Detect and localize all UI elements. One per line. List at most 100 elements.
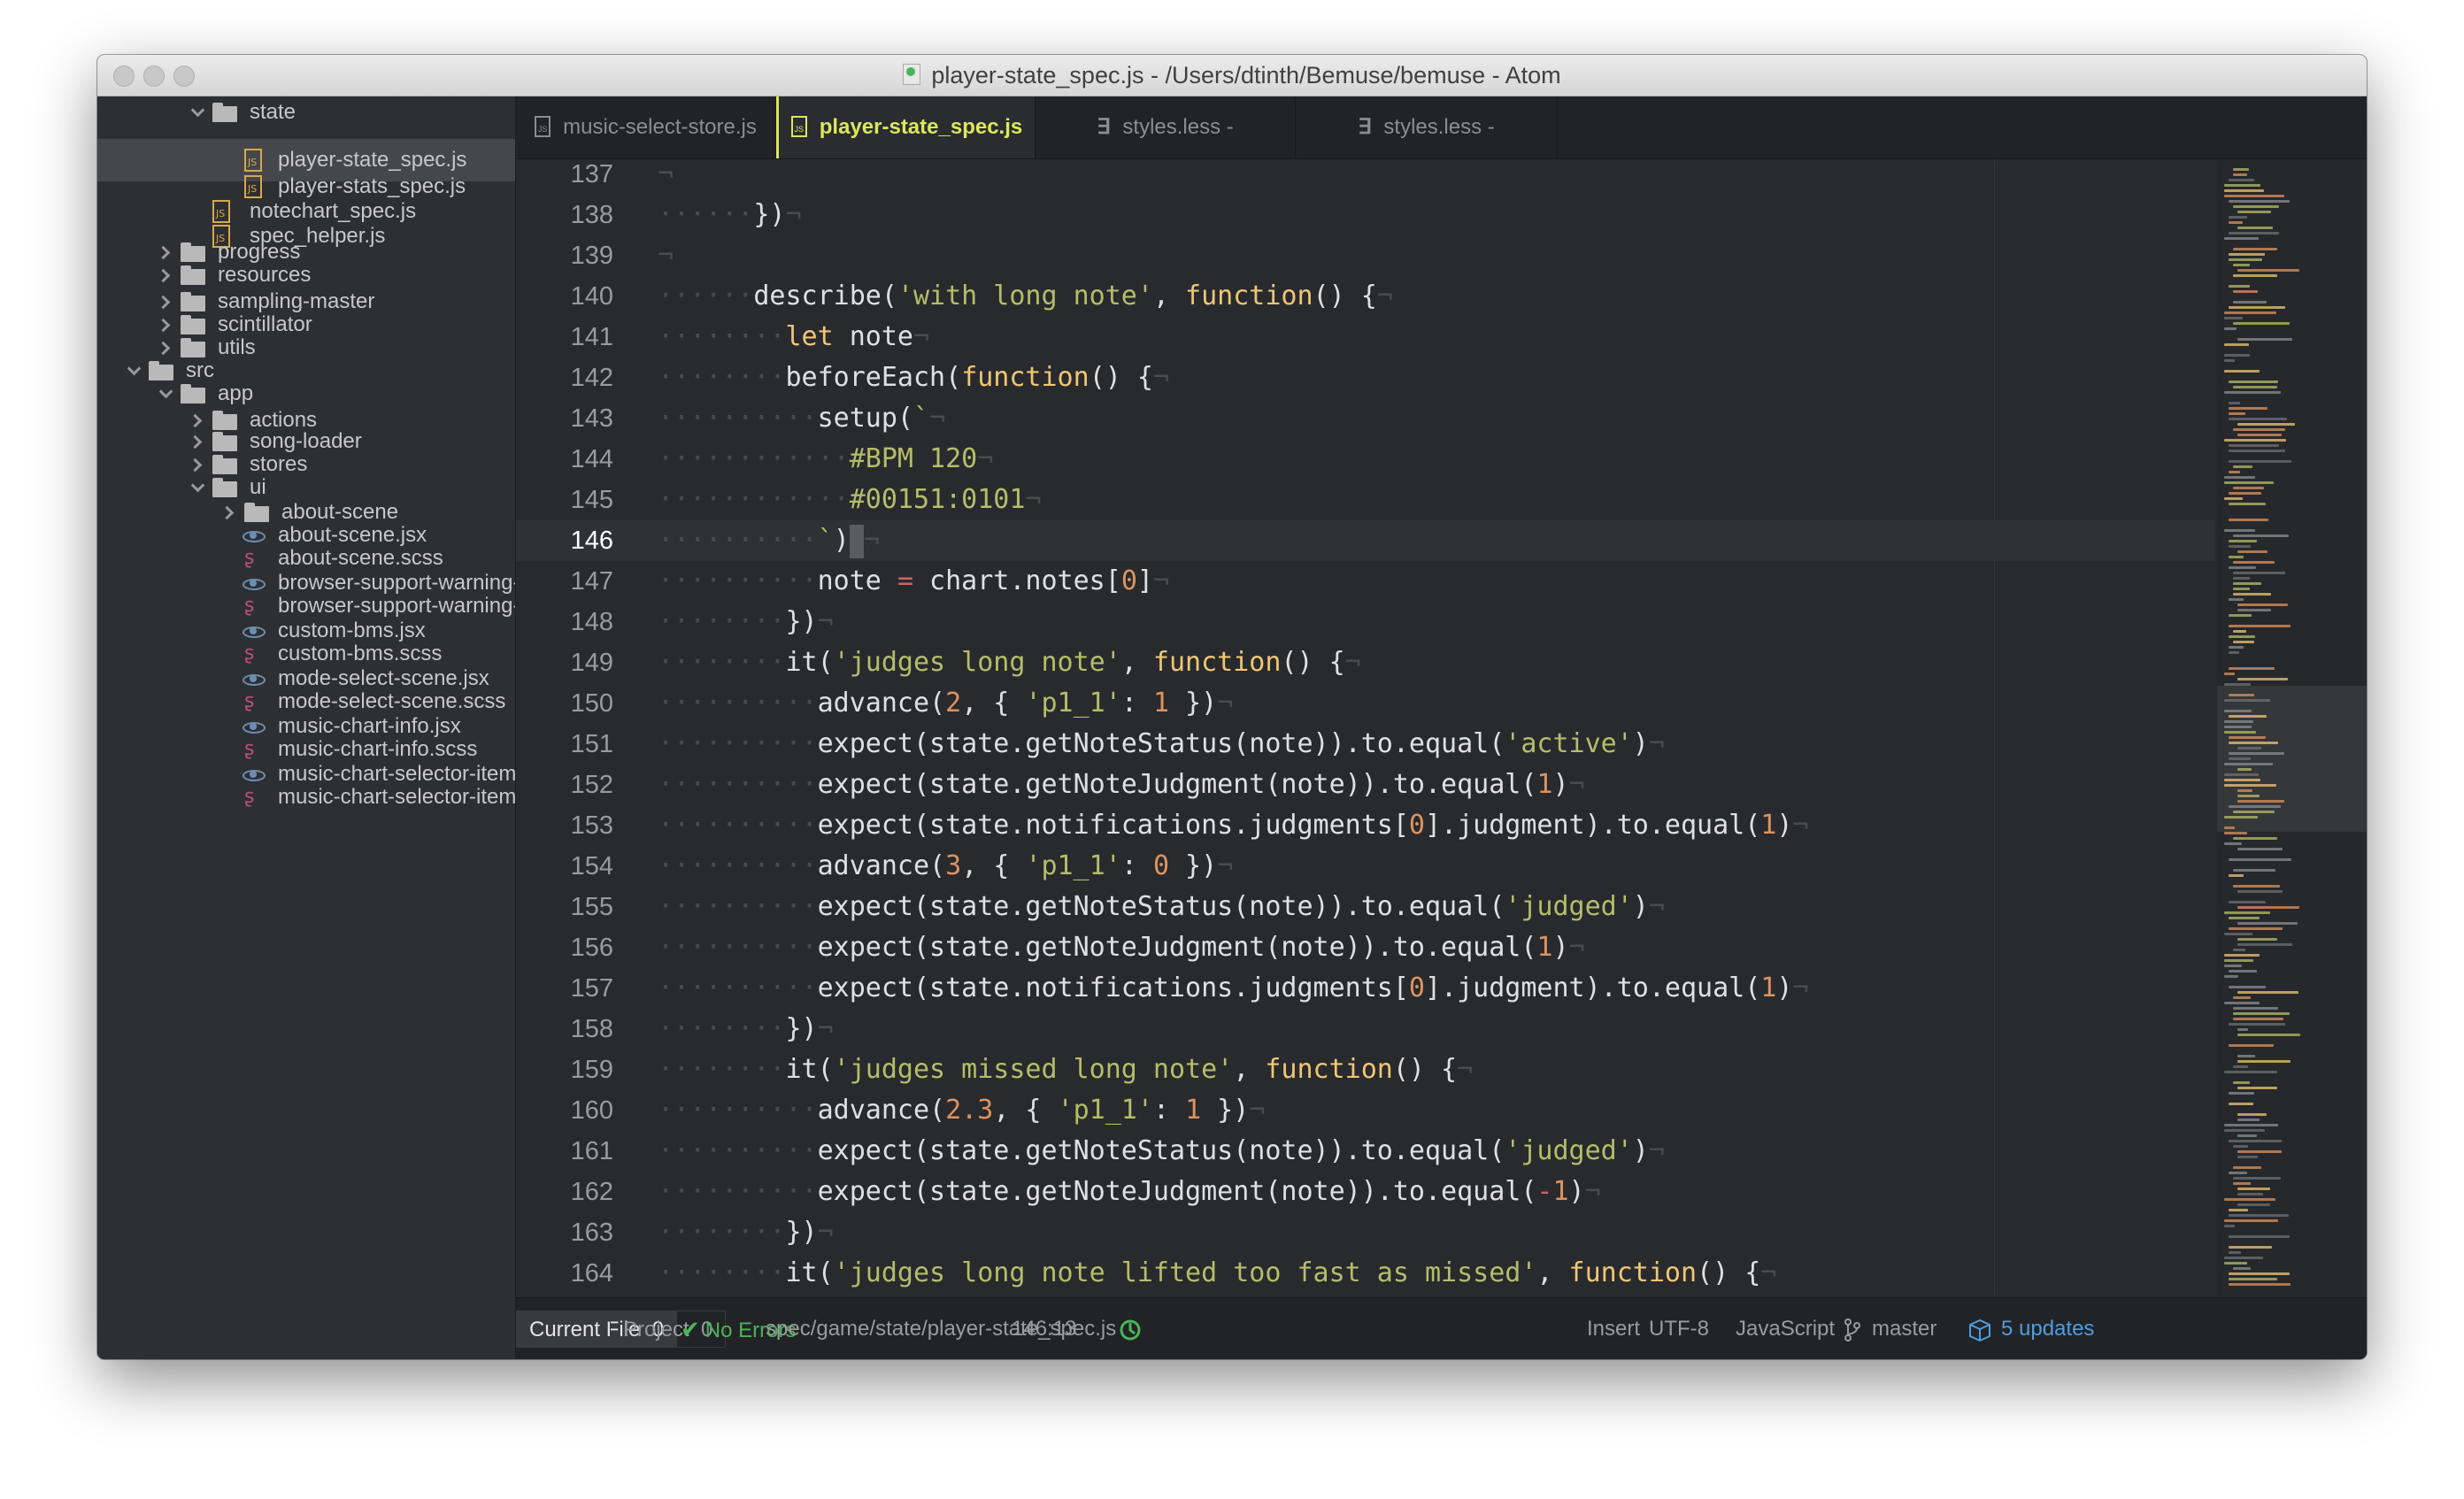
text-editor[interactable]: 137 ¬ 138 ······})¬ 139 ¬ 140 ······describe('w… xyxy=(516,159,2215,1296)
code-line[interactable]: 141 ········let note¬ xyxy=(516,317,2215,357)
code-line[interactable]: 162 ··········expect(state.getNoteJudgmen… xyxy=(516,1172,2215,1212)
line-number[interactable]: 138 xyxy=(516,195,613,235)
git-branch[interactable]: master xyxy=(1844,1298,1937,1359)
line-number[interactable]: 163 xyxy=(516,1212,613,1253)
line-number[interactable]: 146 xyxy=(516,520,613,561)
code-line[interactable]: 159 ········it('judges missed long note',… xyxy=(516,1049,2215,1090)
chevron-right-icon[interactable] xyxy=(159,269,172,281)
minimap-line xyxy=(2229,927,2283,930)
code-token: advance( xyxy=(817,688,946,719)
line-number[interactable]: 150 xyxy=(516,683,613,724)
input-mode[interactable]: Insert xyxy=(1587,1298,1640,1359)
minimap-line xyxy=(2229,221,2243,224)
line-number[interactable]: 151 xyxy=(516,724,613,765)
line-number[interactable]: 140 xyxy=(516,276,613,317)
minimap[interactable] xyxy=(2217,159,2367,1296)
minimap-line xyxy=(2229,694,2254,696)
line-number[interactable]: 158 xyxy=(516,1009,613,1049)
minimap-line xyxy=(2229,179,2254,181)
minimap-line xyxy=(2233,641,2254,643)
code-line[interactable]: 157 ··········expect(state.notifications.… xyxy=(516,968,2215,1009)
code-line[interactable]: 144 ············#BPM 120¬ xyxy=(516,439,2215,480)
code-line[interactable]: 145 ············#00151:0101¬ xyxy=(516,480,2215,520)
line-number[interactable]: 154 xyxy=(516,846,613,887)
code-line[interactable]: 148 ········})¬ xyxy=(516,602,2215,642)
code-line[interactable]: 160 ··········advance(2.3, { 'p1_1': 1 })… xyxy=(516,1090,2215,1131)
code-line[interactable]: 152 ··········expect(state.getNoteJudgmen… xyxy=(516,765,2215,805)
code-line[interactable]: 156 ··········expect(state.getNoteJudgmen… xyxy=(516,927,2215,968)
line-number[interactable]: 149 xyxy=(516,642,613,683)
code-line[interactable]: 155 ··········expect(state.getNoteStatus(… xyxy=(516,887,2215,927)
line-number[interactable]: 142 xyxy=(516,357,613,398)
line-number[interactable]: 159 xyxy=(516,1049,613,1090)
line-number[interactable]: 157 xyxy=(516,968,613,1009)
cursor-position[interactable]: 146:13 xyxy=(1012,1298,1076,1359)
chevron-down-icon[interactable] xyxy=(159,388,172,400)
code-line[interactable]: 150 ··········advance(2, { 'p1_1': 1 })¬ xyxy=(516,683,2215,724)
code-line[interactable]: 158 ········})¬ xyxy=(516,1009,2215,1049)
code-line[interactable]: 154 ··········advance(3, { 'p1_1': 0 })¬ xyxy=(516,846,2215,887)
line-number[interactable]: 137 xyxy=(516,159,613,195)
folder-icon xyxy=(212,103,237,122)
line-number[interactable]: 147 xyxy=(516,561,613,602)
package-updates[interactable]: 5 updates xyxy=(1967,1298,2094,1359)
minimap-line xyxy=(2229,1044,2274,1047)
line-number[interactable]: 141 xyxy=(516,317,613,357)
code-line[interactable]: 163 ········})¬ xyxy=(516,1212,2215,1253)
code-line[interactable]: 146 ··········`) ¬ xyxy=(516,520,2215,561)
code-line[interactable]: 164 ········it('judges long note lifted t… xyxy=(516,1253,2215,1294)
line-number[interactable]: 148 xyxy=(516,602,613,642)
code-token: 'p1_1' xyxy=(1025,688,1121,719)
code-line[interactable]: 139 ¬ xyxy=(516,235,2215,276)
tab-2[interactable]: JS player-state_spec.js xyxy=(776,96,1036,158)
minimap-line xyxy=(2237,922,2298,925)
minimap-line xyxy=(2229,1103,2253,1105)
minimap-line xyxy=(2229,614,2252,617)
line-number[interactable]: 162 xyxy=(516,1172,613,1212)
grammar-selector[interactable]: JavaScript xyxy=(1736,1298,1835,1359)
code-text: ········})¬ xyxy=(658,602,834,642)
code-line[interactable]: 161 ··········expect(state.getNoteStatus(… xyxy=(516,1131,2215,1172)
file-encoding[interactable]: UTF-8 xyxy=(1649,1298,1709,1359)
code-line[interactable]: 138 ······})¬ xyxy=(516,195,2215,235)
minimap-line xyxy=(2229,258,2262,261)
code-line[interactable]: 151 ··········expect(state.getNoteStatus(… xyxy=(516,724,2215,765)
minimap-line xyxy=(2233,1018,2283,1020)
line-number[interactable]: 161 xyxy=(516,1131,613,1172)
code-line[interactable]: 137 ¬ xyxy=(516,159,2215,195)
eol-marker: ¬ xyxy=(658,159,674,189)
line-number[interactable]: 153 xyxy=(516,805,613,846)
minimap-line xyxy=(2229,598,2244,601)
line-number[interactable]: 160 xyxy=(516,1090,613,1131)
line-number[interactable]: 145 xyxy=(516,480,613,520)
minimap-line xyxy=(2233,173,2247,176)
code-line[interactable]: 149 ········it('judges long note', functi… xyxy=(516,642,2215,683)
line-number[interactable]: 152 xyxy=(516,765,613,805)
sync-icon[interactable] xyxy=(1118,1298,1143,1359)
code-line[interactable]: 140 ······describe('with long note', func… xyxy=(516,276,2215,317)
code-line[interactable]: 143 ··········setup(`¬ xyxy=(516,398,2215,439)
minimap-line xyxy=(2237,678,2288,680)
tab-3[interactable]: ∃styles.less - /Users/dtinth/.atom xyxy=(1036,96,1296,201)
tab-4[interactable]: ∃styles.less - /Users/dtinth/.atom xyxy=(1296,96,1558,201)
line-number[interactable]: 143 xyxy=(516,398,613,439)
tree-folder[interactable]: state xyxy=(97,96,515,134)
code-token: 1 xyxy=(1185,1095,1202,1126)
chevron-down-icon[interactable] xyxy=(191,106,204,119)
code-line[interactable]: 142 ········beforeEach(function() {¬ xyxy=(516,357,2215,398)
line-number[interactable]: 144 xyxy=(516,439,613,480)
minimap-line xyxy=(2229,1209,2248,1211)
code-line[interactable]: 153 ··········expect(state.notifications.… xyxy=(516,805,2215,846)
tree-file[interactable]: ʂ music-chart-selector-item.scss xyxy=(97,776,515,819)
eol-marker: ¬ xyxy=(658,240,674,271)
check-icon: ✔ xyxy=(681,1316,700,1342)
tree-view[interactable]: state JS player-state_spec.js JS player-stat… xyxy=(97,96,516,1359)
tab-1[interactable]: JS music-select-store.js xyxy=(516,96,776,158)
line-number[interactable]: 156 xyxy=(516,927,613,968)
line-number[interactable]: 155 xyxy=(516,887,613,927)
code-line[interactable]: 147 ··········note = chart.notes[0]¬ xyxy=(516,561,2215,602)
line-number[interactable]: 139 xyxy=(516,235,613,276)
line-number[interactable]: 164 xyxy=(516,1253,613,1294)
code-token: , xyxy=(1120,647,1153,678)
minimap-line xyxy=(2224,529,2255,532)
